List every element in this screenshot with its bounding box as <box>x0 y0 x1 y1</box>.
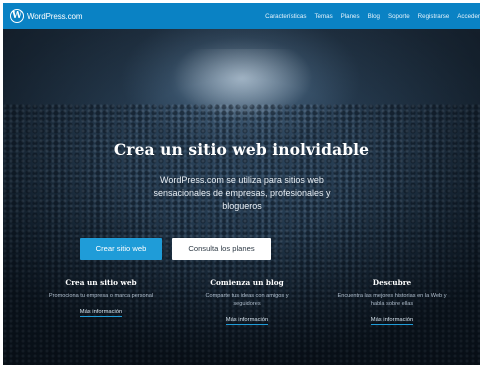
feature-start-blog: Comienza un blog Comparte tus ideas con … <box>192 278 302 326</box>
nav-link-blog[interactable]: Blog <box>368 13 380 20</box>
nav-link-acceder[interactable]: Acceder <box>457 13 480 20</box>
hero-subtitle: WordPress.com se utiliza para sitios web… <box>153 175 331 211</box>
feature-discover: Descubre Encuentra las mejores historias… <box>337 278 447 326</box>
nav-link-caracteristicas[interactable]: Características <box>265 13 306 20</box>
feature-create-site: Crea un sitio web Promociona tu empresa … <box>46 278 156 318</box>
site-logo[interactable]: W WordPress.com <box>10 9 83 23</box>
brand-name: WordPress.com <box>27 11 83 21</box>
feature-description: Encuentra las mejores historias en la We… <box>337 293 447 307</box>
nav-link-temas[interactable]: Temas <box>314 13 332 20</box>
create-site-button[interactable]: Crear sitio web <box>80 238 162 260</box>
feature-title: Crea un sitio web <box>65 278 137 287</box>
feature-description: Comparte tus ideas con amigos y seguidor… <box>205 293 289 307</box>
feature-more-info-link[interactable]: Más información <box>79 309 123 317</box>
view-plans-button[interactable]: Consulta los planes <box>172 238 271 260</box>
feature-title: Comienza un blog <box>210 278 284 287</box>
feature-description: Promociona tu empresa o marca personal <box>48 293 154 299</box>
hero-section: Crea un sitio web inolvidable WordPress.… <box>3 29 480 365</box>
feature-more-info-link[interactable]: Más información <box>225 317 269 325</box>
nav-links: Características Temas Planes Blog Soport… <box>257 3 480 29</box>
feature-more-info-link[interactable]: Más información <box>370 317 414 325</box>
top-navigation-bar: W WordPress.com Características Temas Pl… <box>3 3 480 29</box>
hero-title: Crea un sitio web inolvidable <box>113 140 370 159</box>
feature-title: Descubre <box>372 278 412 287</box>
wordpress-logo-icon: W <box>10 9 24 23</box>
nav-link-planes[interactable]: Planes <box>341 13 360 20</box>
browser-viewport: W WordPress.com Características Temas Pl… <box>3 3 480 365</box>
nav-link-registrarse[interactable]: Registrarse <box>418 13 450 20</box>
nav-link-soporte[interactable]: Soporte <box>388 13 410 20</box>
